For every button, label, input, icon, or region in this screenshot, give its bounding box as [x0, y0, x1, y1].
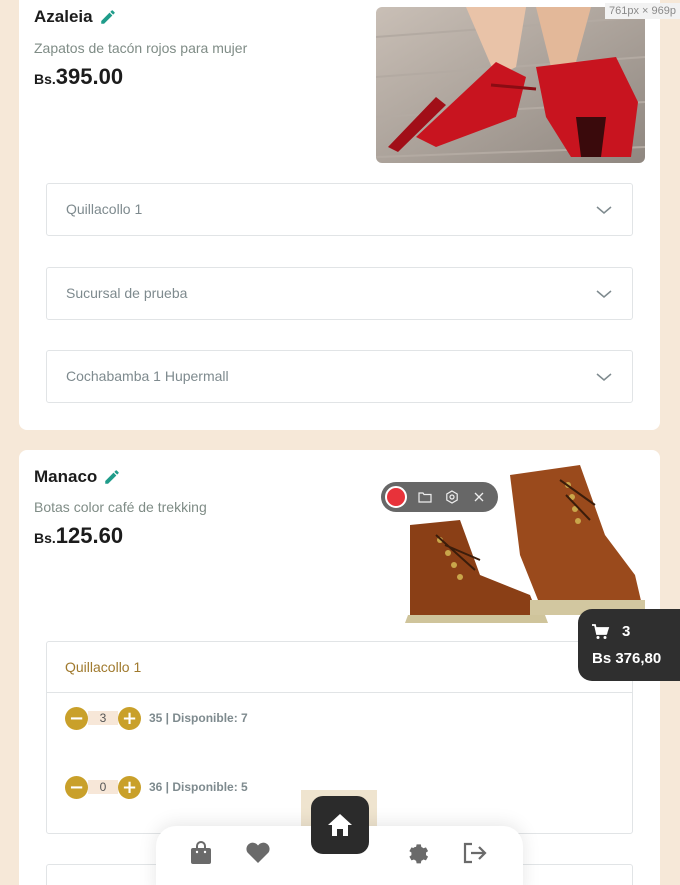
cart-total: Bs 376,80: [592, 650, 662, 667]
edit-pencil-icon[interactable]: [103, 468, 121, 486]
increase-button[interactable]: +: [118, 706, 141, 730]
home-icon: [328, 814, 352, 836]
close-icon[interactable]: [470, 488, 488, 506]
branch-accordion-quillacollo[interactable]: Quillacollo 1: [46, 183, 633, 236]
cart-icon: [592, 623, 610, 639]
product-card-azaleia: Azaleia Zapatos de tacón rojos para muje…: [19, 0, 660, 430]
cart-count: 3: [622, 623, 631, 640]
screen-dimensions-badge: 761px × 969p: [605, 3, 680, 19]
product-description: Zapatos de tacón rojos para mujer: [34, 40, 248, 56]
folder-icon[interactable]: [416, 488, 434, 506]
product-brand: Manaco: [34, 467, 121, 487]
quantity-value[interactable]: 3: [88, 711, 118, 725]
size-row: − 0 + 36 | Disponible: 5: [65, 775, 248, 799]
size-availability-label: 36 | Disponible: 5: [149, 780, 248, 794]
chevron-down-icon: [596, 373, 612, 381]
quantity-value[interactable]: 0: [88, 780, 118, 794]
chevron-down-icon: [596, 290, 612, 298]
gear-icon[interactable]: [405, 840, 431, 866]
recorder-toolbar: [381, 482, 498, 512]
branch-accordion-cochabamba[interactable]: Cochabamba 1 Hupermall: [46, 350, 633, 403]
accordion-header[interactable]: Quillacollo 1: [47, 642, 632, 693]
logout-icon[interactable]: [462, 840, 488, 866]
decrease-button[interactable]: −: [65, 775, 88, 799]
bag-icon[interactable]: [188, 840, 214, 866]
branch-accordion-sucursal-prueba[interactable]: Sucursal de prueba: [46, 267, 633, 320]
increase-button[interactable]: +: [118, 775, 141, 799]
product-price: Bs.395.00: [34, 64, 124, 89]
chevron-down-icon: [596, 206, 612, 214]
settings-icon[interactable]: [443, 488, 461, 506]
size-availability-label: 35 | Disponible: 7: [149, 711, 248, 725]
product-description: Botas color café de trekking: [34, 499, 207, 515]
product-brand: Azaleia: [34, 7, 117, 27]
edit-pencil-icon[interactable]: [99, 8, 117, 26]
product-price: Bs.125.60: [34, 523, 124, 548]
cart-summary-button[interactable]: 3 Bs 376,80: [578, 609, 680, 681]
decrease-button[interactable]: −: [65, 706, 88, 730]
heart-icon[interactable]: [245, 840, 271, 866]
product-image-red-heels: [376, 7, 645, 163]
size-row: − 3 + 35 | Disponible: 7: [65, 706, 248, 730]
record-icon[interactable]: [385, 486, 407, 508]
home-button[interactable]: [311, 796, 369, 854]
